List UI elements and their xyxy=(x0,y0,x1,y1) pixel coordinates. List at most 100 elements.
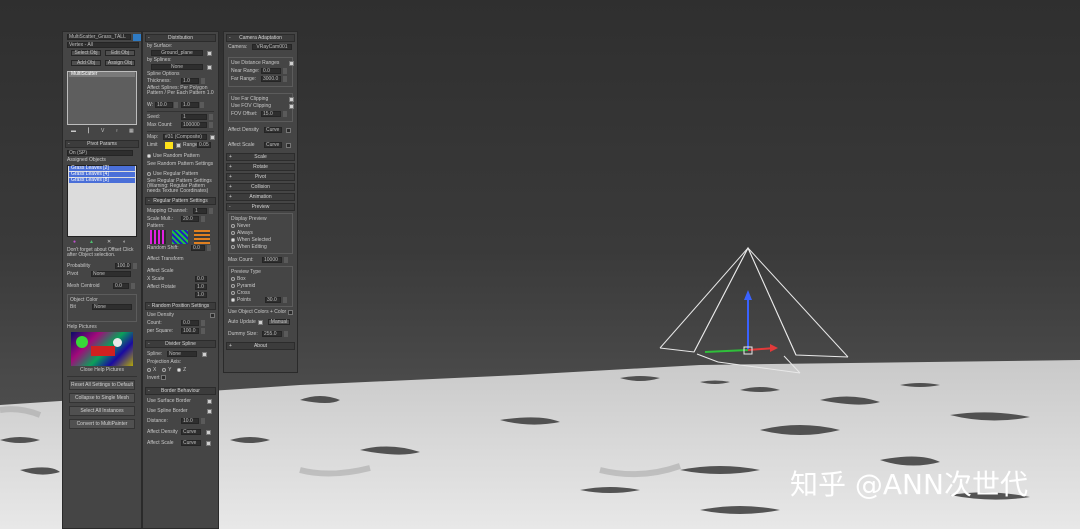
near-range-field[interactable]: 0.0 xyxy=(261,68,281,74)
modifier-stack-item[interactable]: MultiScatter xyxy=(69,72,135,77)
pick-object-icon[interactable]: ▲ xyxy=(89,239,94,246)
pattern-swatches[interactable] xyxy=(147,230,214,244)
clear-list-icon[interactable]: ◐ xyxy=(123,239,126,246)
use-far-clipping-checkbox[interactable] xyxy=(289,97,294,102)
convert-multipainter-button[interactable]: Convert to MultiPainter xyxy=(69,419,135,429)
mapping-channel-field[interactable]: 1 xyxy=(193,208,207,214)
modifier-stack-list[interactable]: MultiScatter xyxy=(67,71,137,125)
scale-mult-field[interactable]: 20.0 xyxy=(181,216,199,222)
use-object-color-row[interactable]: Use Object Colors + Color xyxy=(228,309,293,316)
use-random-pattern-row[interactable]: Use Random Pattern xyxy=(147,153,214,160)
use-density-row[interactable]: Use Density xyxy=(147,312,215,319)
border-behaviour-rollout[interactable]: - Border Behaviour xyxy=(145,387,216,395)
use-far-clipping-row[interactable]: Use Far Clipping xyxy=(231,96,294,103)
border-affect-scale-checkbox[interactable] xyxy=(206,441,211,446)
preview-pyramid-radio[interactable] xyxy=(231,283,235,288)
per-square-spinner[interactable] xyxy=(201,328,205,334)
random-position-rollout[interactable]: - Random Position Settings xyxy=(145,302,216,310)
preview-selected-radio[interactable] xyxy=(231,237,235,242)
axis-x-radio[interactable] xyxy=(147,367,151,372)
object-color-swatch[interactable] xyxy=(133,34,141,41)
max-count-field[interactable]: 100000 xyxy=(181,122,207,128)
mesh-centroid-spinner[interactable] xyxy=(131,283,135,289)
about-rollout[interactable]: + About xyxy=(226,342,295,350)
remove-modifier-icon[interactable]: ♀ xyxy=(115,128,119,135)
preview-box-option[interactable]: Box xyxy=(231,276,290,283)
map-button[interactable]: #31 (Composite) xyxy=(163,134,207,140)
camera-pick-button[interactable]: VRayCam001 xyxy=(252,44,292,50)
preview-cross-option[interactable]: Cross xyxy=(231,290,290,297)
auto-update-checkbox[interactable] xyxy=(258,320,263,325)
pivot-mode-dropdown[interactable]: On (SP) xyxy=(67,150,133,156)
thickness-field[interactable]: 1.0 xyxy=(181,78,199,84)
edit-object-button[interactable]: Edit Obj xyxy=(105,50,135,56)
modifier-list-dropdown[interactable]: Vertex - All xyxy=(67,42,139,48)
regular-pattern-rollout[interactable]: - Regular Pattern Settings xyxy=(145,197,216,205)
splines-enable-checkbox[interactable] xyxy=(207,65,212,70)
z-scale-field[interactable]: 1.0 xyxy=(195,292,207,298)
assign-object-button[interactable]: Assign Obj xyxy=(105,60,135,66)
preview-selected-option[interactable]: When Selected xyxy=(231,237,290,244)
surface-pick-button[interactable]: Ground_plane xyxy=(151,50,203,56)
distance-field[interactable]: 10.0 xyxy=(181,418,199,424)
use-spline-border-checkbox[interactable] xyxy=(207,409,212,414)
mesh-centroid-field[interactable]: 0.0 xyxy=(113,283,129,289)
distance-spinner[interactable] xyxy=(201,418,205,424)
assigned-objects-list[interactable]: Grass Leaves [2] Grass Leaves [4] Grass … xyxy=(67,165,137,237)
preview-always-option[interactable]: Always xyxy=(231,230,290,237)
far-range-spinner[interactable] xyxy=(283,76,287,82)
use-spline-border-row[interactable]: Use Spline Border xyxy=(147,408,214,415)
preview-always-radio[interactable] xyxy=(231,230,235,235)
divider-spline-rollout[interactable]: - Divider Spline xyxy=(145,340,216,348)
add-object-icon[interactable]: ● xyxy=(73,239,76,246)
map-enable-checkbox[interactable] xyxy=(210,135,215,140)
scale-mult-spinner[interactable] xyxy=(201,216,205,222)
rollout-pivot[interactable]: + Pivot xyxy=(226,173,295,181)
use-distance-ranges-checkbox[interactable] xyxy=(289,61,294,66)
rollout-scale[interactable]: + Scale xyxy=(226,153,295,161)
preview-editing-option[interactable]: When Editing xyxy=(231,244,290,251)
use-distance-ranges-row[interactable]: Use Distance Ranges xyxy=(231,60,294,67)
probability-spinner[interactable] xyxy=(133,263,137,269)
preview-never-radio[interactable] xyxy=(231,223,235,228)
per-square-field[interactable]: 100.0 xyxy=(181,328,199,334)
preview-rollout[interactable]: - Preview xyxy=(226,203,295,211)
object-name-field[interactable]: MultiScatter_Grass_TALL xyxy=(67,34,131,40)
rollout-animation[interactable]: + Animation xyxy=(226,193,295,201)
use-fov-clipping-checkbox[interactable] xyxy=(289,104,294,109)
border-affect-density-button[interactable]: Curve xyxy=(181,429,201,435)
reset-settings-button[interactable]: Reset All Settings to Default xyxy=(69,380,135,390)
preview-pyramid-option[interactable]: Pyramid xyxy=(231,283,290,290)
border-affect-scale-button[interactable]: Curve xyxy=(181,440,201,446)
x-scale-field[interactable]: 0.0 xyxy=(195,276,207,282)
seed-spinner[interactable] xyxy=(209,114,213,120)
invert-row[interactable]: Invert xyxy=(147,375,214,382)
thickness-spinner[interactable] xyxy=(201,78,205,84)
preview-max-count-spinner[interactable] xyxy=(284,257,288,263)
far-range-field[interactable]: 3000.0 xyxy=(261,76,281,82)
use-surface-border-checkbox[interactable] xyxy=(207,399,212,404)
fov-offset-spinner[interactable] xyxy=(283,111,287,117)
count-field[interactable]: 0.0 xyxy=(181,320,199,326)
divider-spline-button[interactable]: None xyxy=(167,351,197,357)
near-range-spinner[interactable] xyxy=(283,68,287,74)
random-shift-field[interactable]: 0.0 xyxy=(191,245,205,251)
rollout-collision[interactable]: + Collision xyxy=(226,183,295,191)
width-field[interactable]: 10.0 xyxy=(155,102,173,108)
random-shift-spinner[interactable] xyxy=(207,245,211,251)
surface-enable-checkbox[interactable] xyxy=(207,51,212,56)
rollout-rotate[interactable]: + Rotate xyxy=(226,163,295,171)
width-spinner[interactable] xyxy=(174,102,178,108)
pivot-params-rollout[interactable]: - Pivot Params xyxy=(65,140,139,148)
probability-field[interactable]: 100.0 xyxy=(115,263,131,269)
points-size-field[interactable]: 30.0 xyxy=(265,297,281,303)
preview-cross-radio[interactable] xyxy=(231,290,235,295)
range-checkbox[interactable] xyxy=(176,143,181,148)
assigned-object-item[interactable]: Grass Leaves [8] xyxy=(69,178,135,183)
add-object-button[interactable]: Add Obj xyxy=(71,60,101,66)
points-size-spinner[interactable] xyxy=(283,297,287,303)
dummy-size-field[interactable]: 255.0 xyxy=(262,331,282,337)
show-end-result-icon[interactable]: ┃ xyxy=(87,128,90,135)
invert-checkbox[interactable] xyxy=(160,375,166,381)
affect-rotate-field[interactable]: 1.0 xyxy=(195,284,207,290)
